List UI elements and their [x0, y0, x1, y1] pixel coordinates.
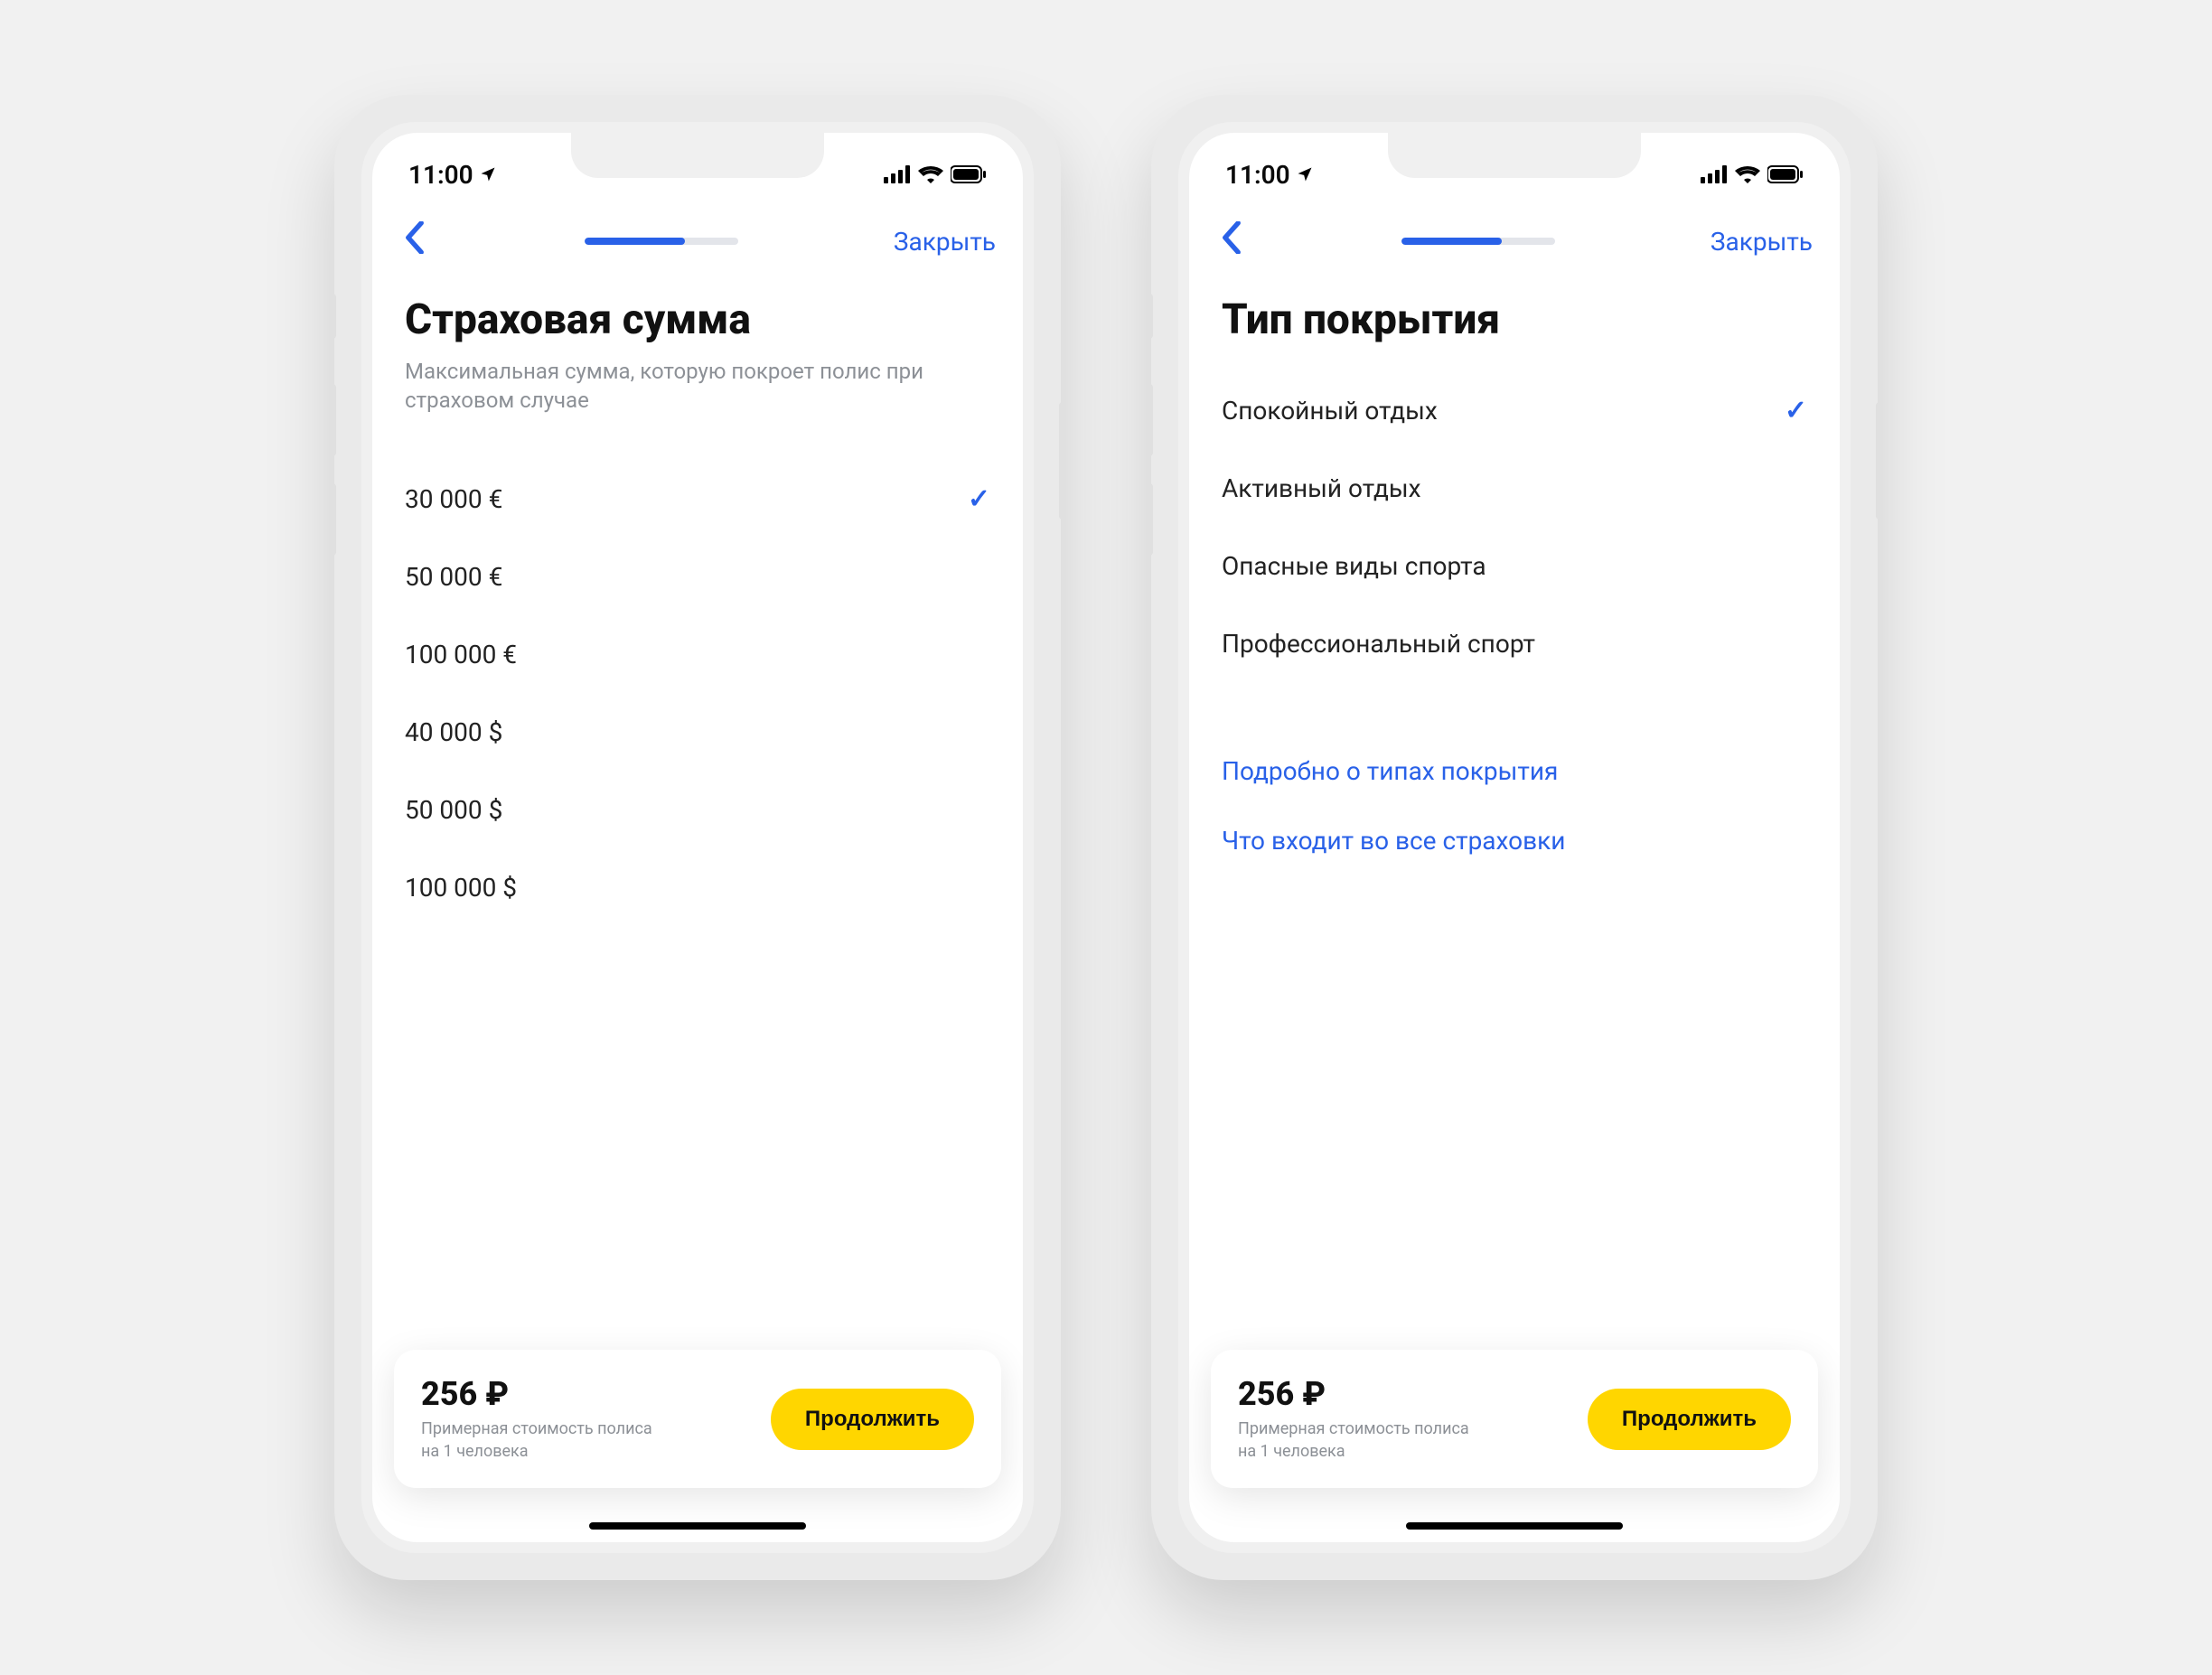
price-caption-line2: на 1 человека	[421, 1441, 652, 1463]
price-caption-line1: Примерная стоимость полиса	[421, 1418, 652, 1440]
power-button	[1876, 402, 1883, 519]
coverage-option[interactable]: Спокойный отдых ✓	[1222, 371, 1807, 449]
volume-down-button	[329, 483, 336, 556]
back-button[interactable]	[399, 220, 430, 263]
mute-switch	[1146, 294, 1153, 339]
sum-option[interactable]: 50 000 $	[405, 772, 990, 849]
battery-icon	[951, 165, 987, 183]
close-button[interactable]: Закрыть	[1711, 227, 1813, 257]
status-time: 11:00	[1225, 160, 1290, 190]
coverage-option-list: Спокойный отдых ✓ Активный отдых Опасные…	[1222, 371, 1807, 682]
sum-option[interactable]: 50 000 €	[405, 538, 990, 616]
info-links: Подробно о типах покрытия Что входит во …	[1222, 736, 1807, 875]
page-subtitle: Максимальная сумма, которую покроет поли…	[405, 357, 990, 416]
price-footer-card: 256 ₽ Примерная стоимость полиса на 1 че…	[1211, 1350, 1818, 1488]
sum-option-label: 50 000 €	[405, 562, 502, 592]
price-amount: 256 ₽	[1238, 1375, 1469, 1413]
close-button[interactable]: Закрыть	[894, 227, 996, 257]
sum-option[interactable]: 100 000 €	[405, 616, 990, 694]
back-button[interactable]	[1216, 220, 1247, 263]
home-indicator[interactable]	[1406, 1522, 1623, 1530]
price-caption-line1: Примерная стоимость полиса	[1238, 1418, 1469, 1440]
chevron-left-icon	[405, 221, 425, 254]
sum-option-label: 100 000 €	[405, 640, 517, 669]
screen-insurance-sum: 11:00 Закрыть Страховая с	[372, 133, 1023, 1542]
screen-coverage-type: 11:00 Закрыть Тип покрыти	[1189, 133, 1840, 1542]
wifi-icon	[1735, 165, 1760, 183]
page-title: Страховая сумма	[405, 295, 990, 344]
sum-option[interactable]: 40 000 $	[405, 694, 990, 772]
coverage-option-label: Опасные виды спорта	[1222, 551, 1486, 581]
price-caption-line2: на 1 человека	[1238, 1441, 1469, 1463]
notch	[571, 133, 824, 178]
progress-bar	[585, 238, 738, 245]
progress-fill	[585, 238, 685, 245]
chevron-left-icon	[1222, 221, 1242, 254]
coverage-option[interactable]: Активный отдых	[1222, 449, 1807, 527]
continue-button[interactable]: Продолжить	[771, 1389, 974, 1450]
cellular-icon	[1701, 165, 1728, 183]
cellular-icon	[884, 165, 911, 183]
sum-option-label: 30 000 €	[405, 484, 502, 514]
location-arrow-icon	[1296, 165, 1314, 183]
coverage-option-label: Активный отдых	[1222, 473, 1421, 503]
coverage-option-label: Профессиональный спорт	[1222, 629, 1535, 659]
page-title: Тип покрытия	[1222, 295, 1807, 344]
sum-option[interactable]: 100 000 $	[405, 849, 990, 927]
coverage-option-label: Спокойный отдых	[1222, 396, 1438, 426]
price-footer-card: 256 ₽ Примерная стоимость полиса на 1 че…	[394, 1350, 1001, 1488]
all-insurance-includes-link[interactable]: Что входит во все страховки	[1222, 806, 1807, 875]
nav-bar: Закрыть	[1189, 205, 1840, 277]
sum-option-label: 40 000 $	[405, 717, 502, 747]
battery-icon	[1767, 165, 1804, 183]
volume-down-button	[1146, 483, 1153, 556]
sum-option-label: 100 000 $	[405, 873, 517, 903]
check-icon: ✓	[1785, 395, 1807, 426]
coverage-details-link[interactable]: Подробно о типах покрытия	[1222, 736, 1807, 806]
home-indicator[interactable]	[589, 1522, 806, 1530]
power-button	[1059, 402, 1066, 519]
price-amount: 256 ₽	[421, 1375, 652, 1413]
volume-up-button	[329, 384, 336, 456]
continue-button[interactable]: Продолжить	[1588, 1389, 1791, 1450]
volume-up-button	[1146, 384, 1153, 456]
sum-option-list: 30 000 € ✓ 50 000 € 100 000 € 40 000 $ 5…	[405, 461, 990, 927]
check-icon: ✓	[968, 483, 990, 515]
notch	[1388, 133, 1641, 178]
coverage-option[interactable]: Опасные виды спорта	[1222, 527, 1807, 604]
nav-bar: Закрыть	[372, 205, 1023, 277]
phone-mockup-insurance-sum: 11:00 Закрыть Страховая с	[334, 95, 1061, 1580]
sum-option[interactable]: 30 000 € ✓	[405, 461, 990, 538]
progress-bar	[1401, 238, 1555, 245]
mute-switch	[329, 294, 336, 339]
phone-mockup-coverage-type: 11:00 Закрыть Тип покрыти	[1151, 95, 1878, 1580]
wifi-icon	[918, 165, 943, 183]
sum-option-label: 50 000 $	[405, 795, 502, 825]
status-time: 11:00	[408, 160, 473, 190]
progress-fill	[1401, 238, 1502, 245]
location-arrow-icon	[479, 165, 497, 183]
coverage-option[interactable]: Профессиональный спорт	[1222, 604, 1807, 682]
